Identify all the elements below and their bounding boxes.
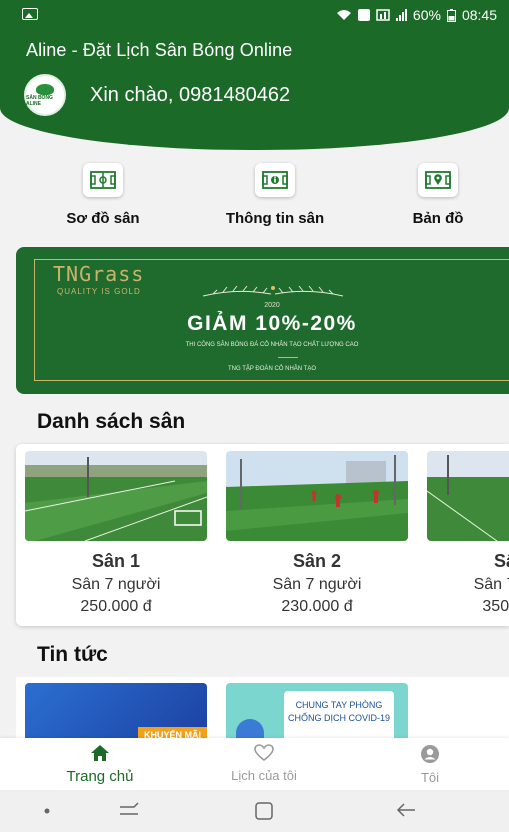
map-icon bbox=[418, 163, 458, 197]
promo-banner[interactable]: TNGrass QUALITY IS GOLD 2020 GIẢM 10%-20… bbox=[16, 247, 509, 394]
field-photo bbox=[226, 451, 408, 541]
notification-icon bbox=[357, 9, 370, 21]
field-info-icon bbox=[255, 163, 295, 197]
profile-icon bbox=[421, 745, 439, 763]
app-title: Aline - Đặt Lịch Sân Bóng Online bbox=[26, 40, 293, 60]
quick-action-field-map[interactable]: Sơ đồ sân bbox=[58, 163, 148, 227]
promo-frame: TNGrass QUALITY IS GOLD 2020 GIẢM 10%-20… bbox=[34, 259, 509, 381]
field-name: Sân 1 bbox=[91, 551, 141, 571]
field-card[interactable]: Sân 2 Sân 7 người 230.000 đ bbox=[226, 451, 408, 616]
fields-carousel[interactable]: Sân 1 Sân 7 người 250.000 đ Sân 2 Sân 7 … bbox=[16, 444, 509, 626]
back-button-icon[interactable] bbox=[396, 802, 416, 818]
nav-label: Trang chủ bbox=[66, 768, 134, 785]
system-navigation-bar bbox=[0, 790, 509, 832]
news-section-title: Tin tức bbox=[37, 643, 108, 666]
quick-action-label: Bản đồ bbox=[412, 210, 464, 227]
field-name: Sân 2 bbox=[292, 551, 342, 571]
field-price: 250.000 đ bbox=[80, 598, 152, 615]
field-price: 350.000 đ bbox=[482, 598, 509, 615]
greeting-text: Xin chào, 0981480462 bbox=[90, 83, 291, 106]
field-map-icon bbox=[83, 163, 123, 197]
status-right: 60% 08:45 bbox=[336, 7, 497, 23]
quick-action-label: Sơ đồ sân bbox=[66, 210, 140, 227]
quick-action-map[interactable]: Bản đồ bbox=[398, 163, 478, 227]
field-card[interactable]: Sân 1 Sân 7 người 250.000 đ bbox=[25, 451, 207, 616]
quick-action-field-info[interactable]: Thông tin sân bbox=[215, 163, 335, 227]
greeting-row: SÂN BÓNG ALINE Xin chào, 0981480462 bbox=[24, 74, 290, 116]
home-button-icon[interactable] bbox=[255, 802, 273, 820]
nav-label: Tôi bbox=[420, 770, 440, 785]
recent-apps-icon[interactable] bbox=[118, 802, 140, 818]
app-logo[interactable]: SÂN BÓNG ALINE bbox=[24, 74, 66, 116]
bottom-navigation: Trang chủ Lịch của tôi Tôi bbox=[0, 738, 509, 790]
banner-year: 2020 bbox=[264, 302, 280, 309]
status-bar: 60% 08:45 bbox=[0, 0, 509, 30]
field-type: Sân 7 người bbox=[71, 576, 161, 593]
nav-home[interactable]: Trang chủ bbox=[52, 744, 148, 785]
field-card[interactable]: Sân 3 Sân 7 người 350.000 đ bbox=[427, 451, 509, 616]
field-photo bbox=[427, 451, 509, 541]
status-left bbox=[22, 7, 38, 23]
data-icon bbox=[376, 9, 390, 21]
field-type: Sân 7 người bbox=[272, 576, 362, 593]
app-header: 60% 08:45 Aline - Đặt Lịch Sân Bóng Onli… bbox=[0, 0, 509, 150]
fields-section-title: Danh sách sân bbox=[37, 410, 186, 433]
clock: 08:45 bbox=[461, 7, 497, 23]
field-photo bbox=[25, 451, 207, 541]
battery-percent: 60% bbox=[412, 7, 441, 23]
field-name: Sân 3 bbox=[493, 551, 509, 571]
heart-icon bbox=[254, 744, 274, 762]
logo-ball-icon bbox=[36, 83, 54, 95]
home-icon bbox=[91, 745, 109, 761]
recents-dot-icon[interactable] bbox=[44, 808, 50, 814]
field-type: Sân 7 người bbox=[473, 576, 509, 593]
laurel-decoration-icon bbox=[202, 285, 344, 297]
quick-action-label: Thông tin sân bbox=[225, 210, 325, 227]
quick-actions: Sơ đồ sân Thông tin sân Bản đồ bbox=[0, 163, 509, 233]
battery-icon bbox=[446, 8, 456, 22]
banner-subtitle: THI CÔNG SÂN BÓNG ĐÁ CỎ NHÂN TẠO CHẤT LƯ… bbox=[185, 342, 359, 348]
gallery-notification-icon bbox=[22, 8, 38, 20]
field-price: 230.000 đ bbox=[281, 598, 353, 615]
nav-profile[interactable]: Tôi bbox=[410, 744, 450, 785]
nav-my-schedule[interactable]: Lịch của tôi bbox=[214, 744, 314, 783]
signal-icon bbox=[395, 9, 407, 21]
banner-discount: GIẢM 10%-20% bbox=[187, 312, 357, 335]
banner-tagline: QUALITY IS GOLD bbox=[57, 287, 141, 296]
news-carousel[interactable]: KHUYẾN MÃI CHUNG TAY PHÒNG CHỐNG DỊCH CO… bbox=[16, 677, 509, 747]
banner-brand: TNGrass bbox=[53, 262, 145, 286]
logo-text: SÂN BÓNG ALINE bbox=[26, 94, 53, 107]
nav-label: Lịch của tôi bbox=[231, 768, 297, 783]
banner-footer: TNG TẬP ĐOÀN CỎ NHÂN TẠO bbox=[227, 366, 316, 372]
wifi-icon bbox=[336, 10, 351, 20]
banner-divider bbox=[278, 357, 298, 358]
